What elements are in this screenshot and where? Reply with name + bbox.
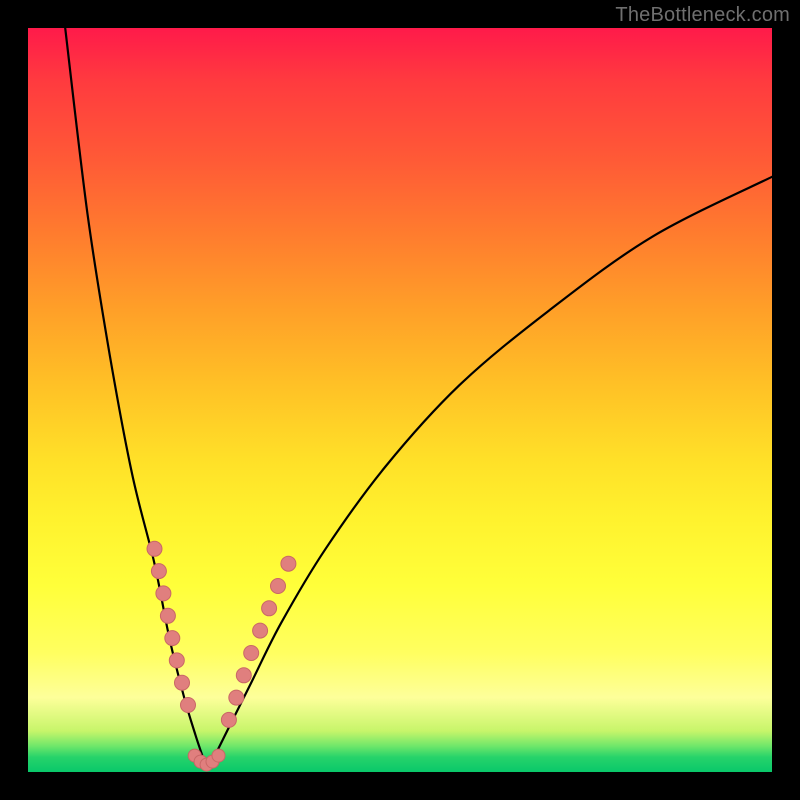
curve-right-branch: [207, 177, 772, 769]
data-dot: [244, 646, 259, 661]
plot-area: [28, 28, 772, 772]
data-dot: [281, 556, 296, 571]
data-dot: [236, 668, 251, 683]
curve-layer: [28, 28, 772, 772]
data-dot: [253, 623, 268, 638]
data-dot: [160, 608, 175, 623]
watermark-text: TheBottleneck.com: [615, 4, 790, 27]
data-dot: [221, 712, 236, 727]
data-dot: [181, 698, 196, 713]
dot-cluster-group: [147, 541, 296, 771]
data-dot: [262, 601, 277, 616]
data-dot: [169, 653, 184, 668]
data-dot: [151, 564, 166, 579]
data-dot: [175, 675, 190, 690]
chart-root: TheBottleneck.com: [0, 0, 800, 800]
data-dot: [229, 690, 244, 705]
data-dot: [147, 541, 162, 556]
curve-left-branch: [65, 28, 206, 768]
data-dot: [212, 749, 225, 762]
data-dot: [165, 631, 180, 646]
data-dot: [271, 579, 286, 594]
data-dot: [156, 586, 171, 601]
